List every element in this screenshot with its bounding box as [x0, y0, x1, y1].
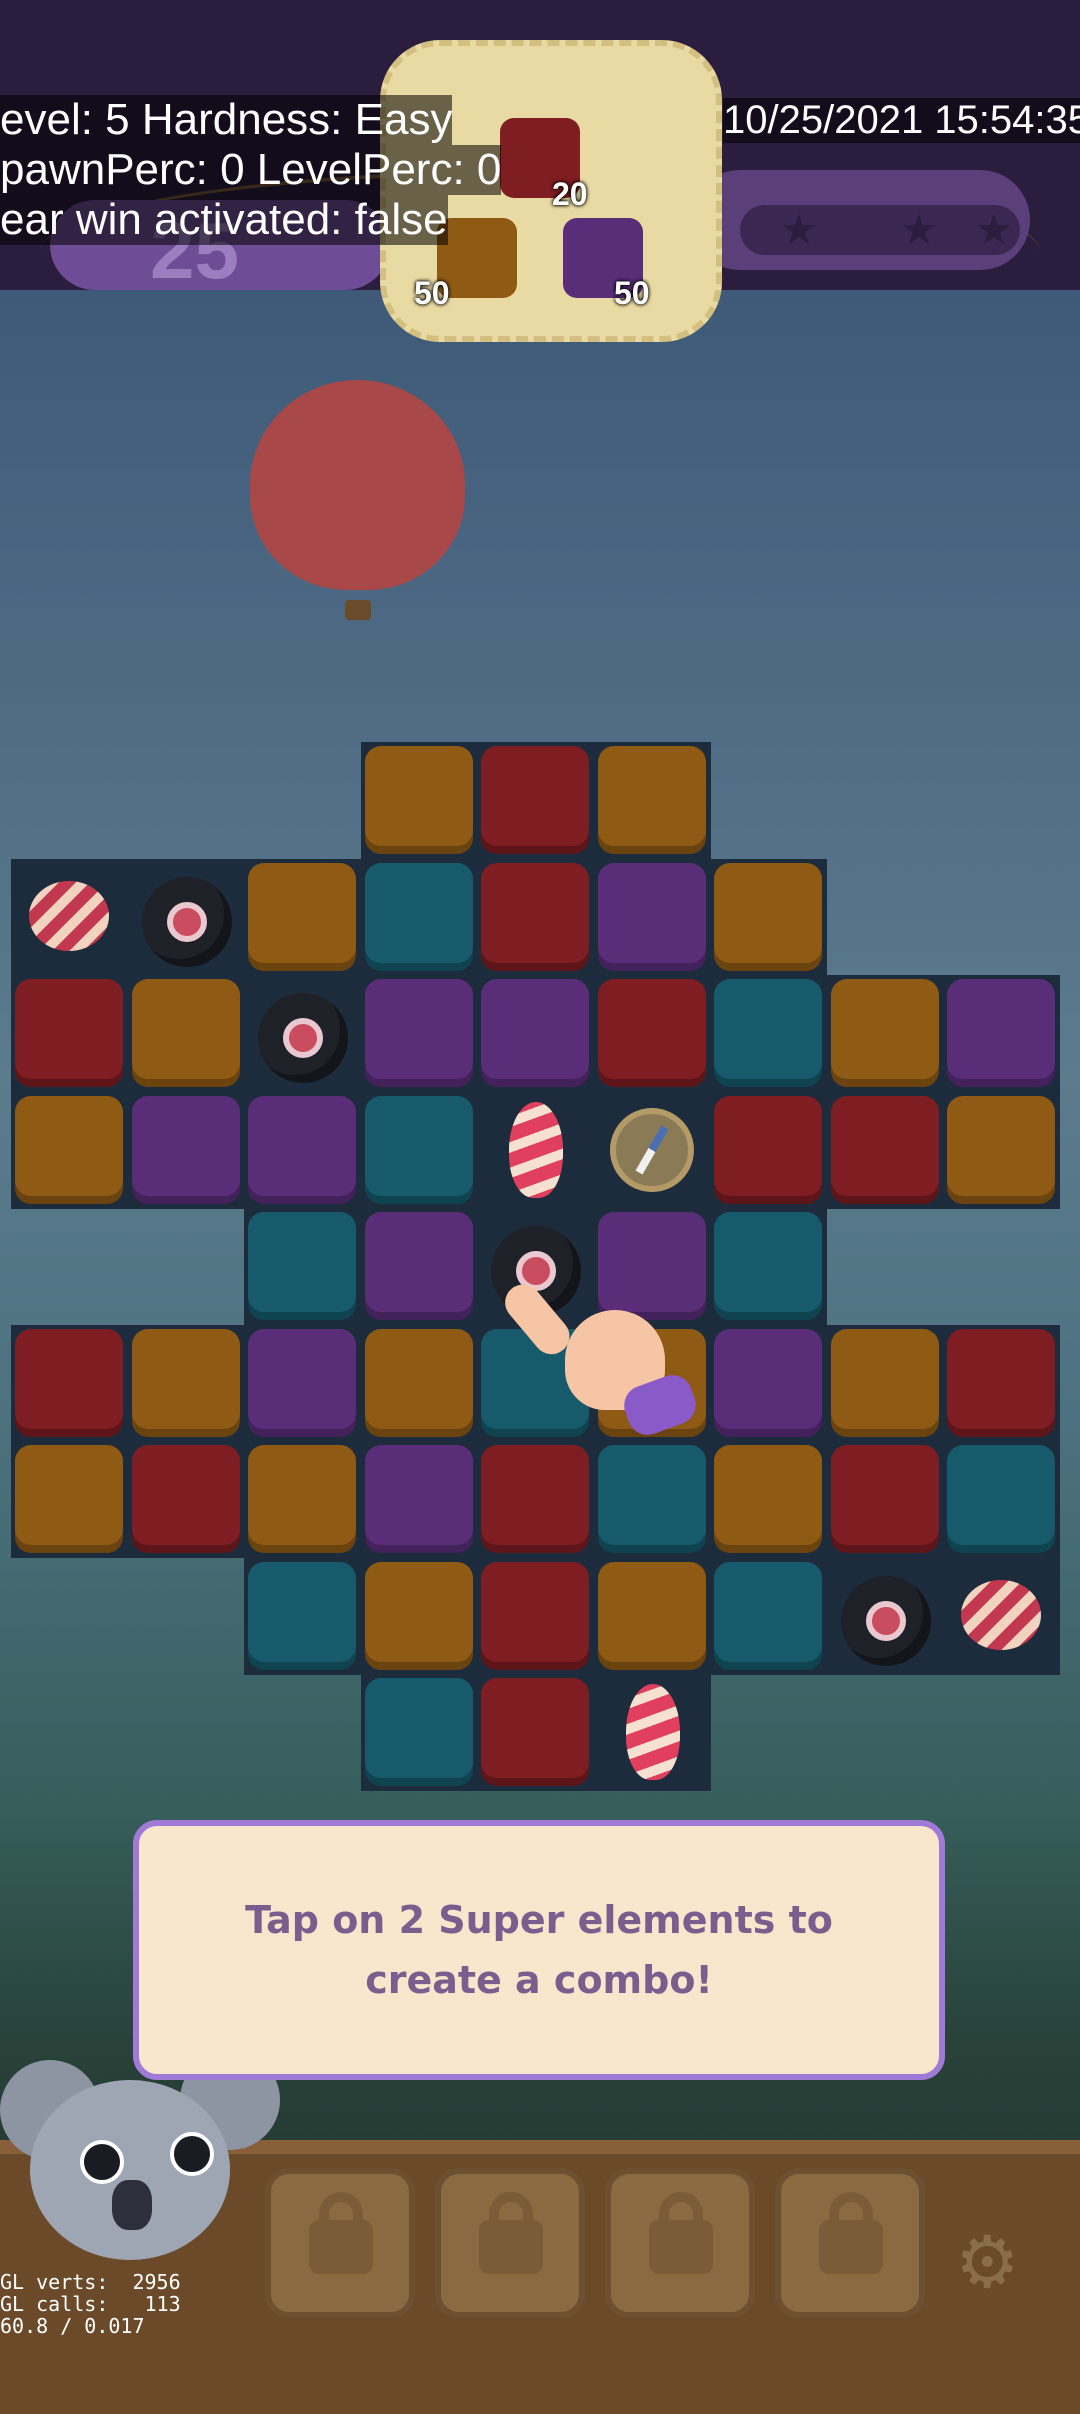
orange-tile[interactable] — [131, 1328, 240, 1437]
candy-booster[interactable] — [947, 1562, 1055, 1670]
blue-tile[interactable] — [597, 1445, 706, 1553]
gl-verts: GL verts: 2956 — [0, 2270, 181, 2294]
blue-tile[interactable] — [248, 1212, 356, 1320]
purple-tile[interactable] — [364, 1445, 473, 1553]
purple-tile[interactable] — [481, 979, 589, 1087]
red-tile[interactable] — [481, 1561, 589, 1670]
red-tile[interactable] — [714, 1095, 822, 1204]
blue-tile[interactable] — [714, 1212, 822, 1320]
booster-slot-1[interactable] — [265, 2168, 415, 2318]
red-tile[interactable] — [830, 1445, 939, 1553]
orange-tile[interactable] — [714, 1445, 822, 1553]
fps-counter: 60.8 / 0.017 — [0, 2314, 145, 2338]
orange-tile[interactable] — [597, 746, 706, 854]
gl-calls: GL calls: 113 — [0, 2292, 181, 2316]
star-icon: ★ — [780, 206, 818, 253]
red-tile[interactable] — [481, 746, 589, 854]
purple-tile[interactable] — [131, 1095, 240, 1204]
gear-icon[interactable]: ⚙ — [955, 2220, 1020, 2304]
orange-tile[interactable] — [364, 1561, 473, 1670]
goal-orange-count: 50 — [414, 275, 450, 311]
debug-spawn-text: pawnPerc: 0 LevelPerc: 0 — [0, 145, 502, 195]
red-tile[interactable] — [947, 1328, 1055, 1437]
purple-tile[interactable] — [947, 979, 1055, 1087]
orange-tile[interactable] — [364, 1328, 473, 1437]
blue-tile[interactable] — [714, 979, 822, 1087]
purple-tile[interactable] — [714, 1328, 822, 1437]
red-tile[interactable] — [481, 1445, 589, 1553]
orange-tile[interactable] — [830, 979, 939, 1087]
blue-tile[interactable] — [364, 1678, 473, 1786]
goal-purple-count: 50 — [614, 275, 650, 311]
orange-tile[interactable] — [714, 862, 822, 971]
debug-win-text: ear win activated: false — [0, 195, 448, 245]
orange-tile[interactable] — [131, 979, 240, 1087]
bomb-booster[interactable] — [132, 863, 240, 971]
red-tile[interactable] — [830, 1095, 939, 1204]
red-tile[interactable] — [481, 862, 589, 971]
blue-tile[interactable] — [947, 1445, 1055, 1553]
red-tile[interactable] — [597, 979, 706, 1087]
blue-tile[interactable] — [714, 1561, 822, 1670]
compass-booster[interactable] — [598, 1096, 706, 1204]
debug-level-text: evel: 5 Hardness: Easy — [0, 95, 453, 145]
star-icon: ★ — [900, 206, 938, 253]
goal-red-count: 20 — [552, 176, 588, 212]
blue-tile[interactable] — [364, 862, 473, 971]
tutorial-tooltip[interactable]: Tap on 2 Super elements to create a comb… — [133, 1820, 945, 2080]
red-tile[interactable] — [481, 1678, 589, 1786]
bomb-booster[interactable] — [831, 1562, 939, 1670]
orange-tile[interactable] — [364, 746, 473, 854]
rocket-booster[interactable] — [598, 1678, 706, 1786]
orange-tile[interactable] — [597, 1561, 706, 1670]
star-icon: ★ — [975, 206, 1013, 253]
booster-slot-2[interactable] — [435, 2168, 585, 2318]
orange-tile[interactable] — [248, 862, 356, 971]
blue-tile[interactable] — [364, 1095, 473, 1204]
red-tile[interactable] — [15, 1328, 123, 1437]
bomb-booster[interactable] — [248, 979, 356, 1087]
blue-tile[interactable] — [248, 1561, 356, 1670]
rocket-booster[interactable] — [481, 1096, 589, 1204]
orange-tile[interactable] — [248, 1445, 356, 1553]
red-tile[interactable] — [131, 1445, 240, 1553]
purple-tile[interactable] — [597, 862, 706, 971]
tooltip-text: Tap on 2 Super elements to create a comb… — [245, 1898, 833, 2002]
purple-tile[interactable] — [248, 1095, 356, 1204]
red-tile[interactable] — [15, 979, 123, 1087]
candy-booster[interactable] — [15, 863, 123, 971]
debug-datetime: 10/25/2021 15:54:35 — [723, 98, 1080, 143]
purple-tile[interactable] — [364, 1212, 473, 1320]
booster-slot-3[interactable] — [605, 2168, 755, 2318]
booster-slot-4[interactable] — [775, 2168, 925, 2318]
orange-tile[interactable] — [830, 1328, 939, 1437]
orange-tile[interactable] — [15, 1095, 123, 1204]
orange-tile[interactable] — [947, 1095, 1055, 1204]
purple-tile[interactable] — [248, 1328, 356, 1437]
tutorial-hand-pointer — [497, 1270, 702, 1441]
orange-tile[interactable] — [15, 1445, 123, 1553]
purple-tile[interactable] — [364, 979, 473, 1087]
